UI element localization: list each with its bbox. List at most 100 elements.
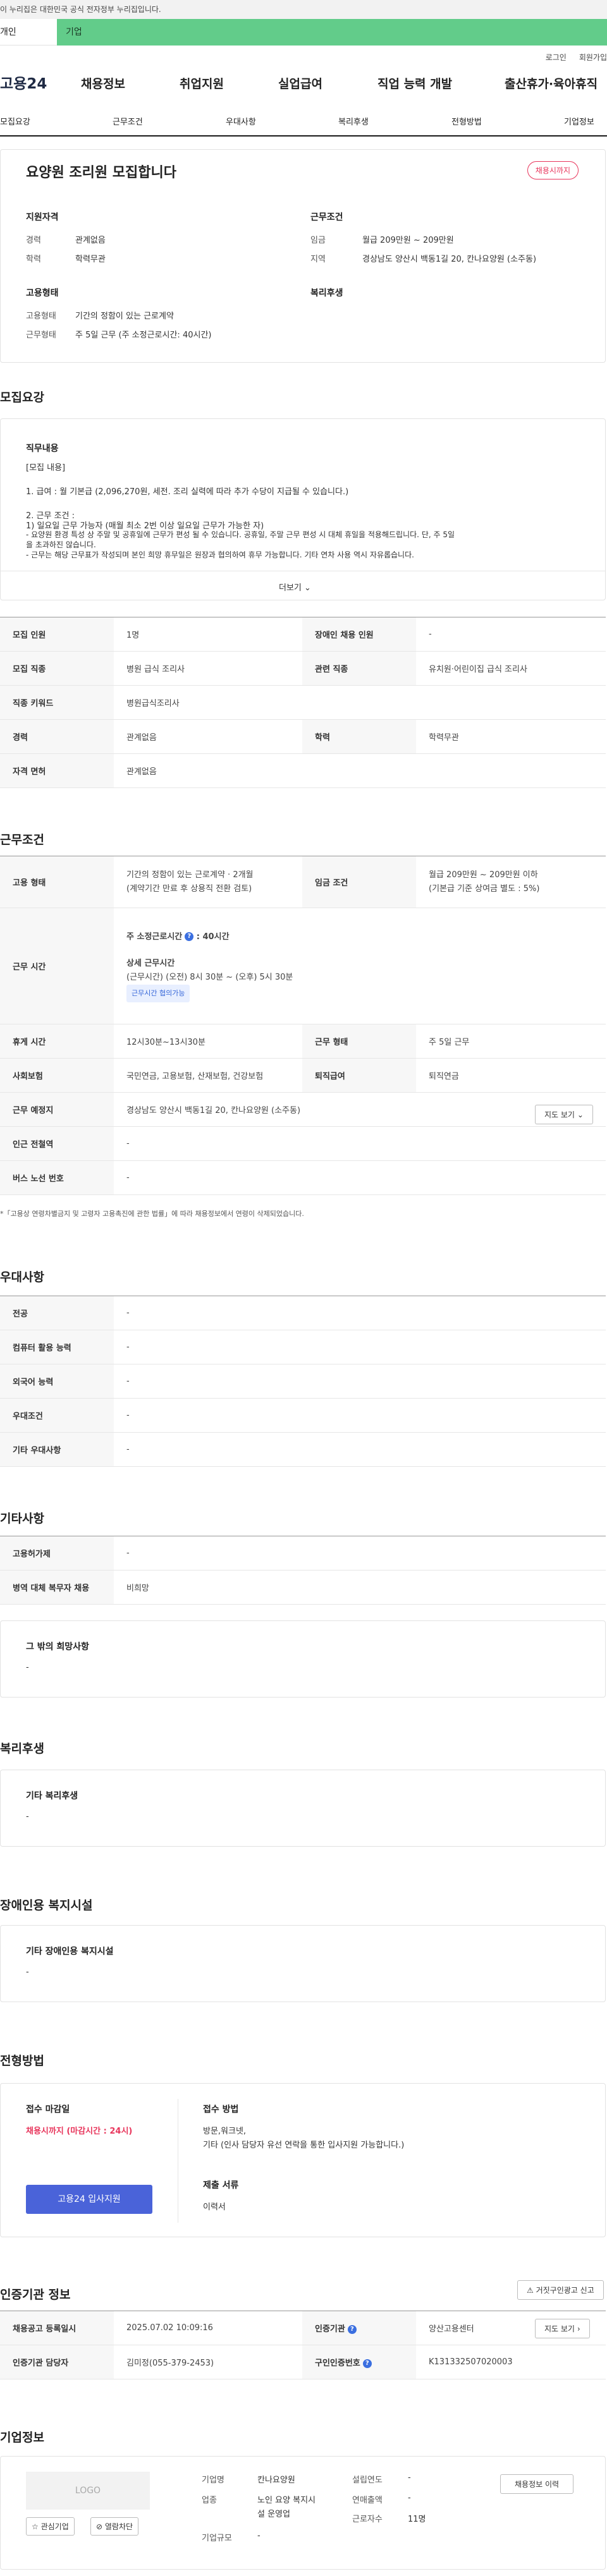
table-row: 경력 관계없음 학력 학력무관 (0, 719, 606, 754)
nav-item-jobs[interactable]: 채용정보 (81, 75, 125, 92)
company-name-label: 기업명 (202, 2476, 224, 2485)
row-value: - (416, 617, 606, 652)
gov-notice-text: 이 누리집은 대한민국 공식 전자정부 누리집입니다. (0, 5, 161, 14)
row-key: 기타 우대사항 (0, 1432, 114, 1467)
table-row: 근무 시간 주 소정근로시간? : 40시간 상세 근무시간 (근무시간) (오… (0, 908, 606, 1024)
anchor-recruit[interactable]: 모집요강 (0, 115, 30, 127)
table-row: 우대조건 - (0, 1398, 606, 1433)
row-key: 근무 형태 (302, 1024, 416, 1059)
tab-personal[interactable]: 개인 (0, 19, 57, 46)
cert-map-label: 지도 보기 (544, 2324, 575, 2333)
selection-section-title: 전형방법 (0, 2054, 44, 2068)
row-key: 자격 면허 (0, 753, 114, 788)
welfare-heading: 복리후생 (310, 288, 343, 298)
anchor-conditions[interactable]: 근무조건 (113, 115, 143, 127)
other-wishes-heading: 그 밖의 희망사항 (26, 1642, 89, 1652)
cert-section-title: 인증기관 정보 (0, 2288, 71, 2302)
deadline-value: 채용시까지 (마감시간 : 24시) (26, 2127, 133, 2136)
education-label: 학력 (26, 255, 41, 264)
nav-item-parental-leave[interactable]: 출산휴가·육아휴직 (505, 75, 598, 92)
row-key: 고용 형태 (0, 856, 114, 908)
info-icon[interactable]: ? (185, 932, 194, 941)
region-label: 지역 (310, 255, 326, 264)
table-row: 병역 대체 복무자 채용 비희망 (0, 1570, 606, 1605)
info-icon[interactable]: ? (347, 2324, 357, 2334)
row-value: 주 소정근로시간? : 40시간 상세 근무시간 (근무시간) (오전) 8시 … (114, 908, 606, 1024)
row-key: 임금 조건 (302, 856, 416, 908)
table-row: 직종 키워드 병원급식조리사 (0, 685, 606, 720)
job-title: 요양원 조리원 모집합니다 (26, 165, 176, 181)
documents-heading: 제출 서류 (203, 2180, 239, 2190)
apply-method-value: 방문,워크넷, (203, 2127, 247, 2136)
anchor-company[interactable]: 기업정보 (564, 115, 594, 127)
row-key: 모집 인원 (0, 617, 114, 652)
welfare-section-title: 복리후생 (0, 1742, 44, 1756)
founded-label: 설립연도 (352, 2476, 383, 2485)
documents-value: 이력서 (203, 2202, 226, 2212)
anchor-welfare[interactable]: 복리후생 (338, 115, 369, 127)
table-row: 근무 예정지 경상남도 양산시 백동1길 20, 칸나요양원 (소주동) (0, 1092, 606, 1127)
duty-line: - 근무는 해당 근무표가 작성되며 본인 희망 휴무일은 원장과 협의하여 휴… (26, 550, 414, 559)
founded-value: - (408, 2473, 411, 2482)
apply-button[interactable]: 고용24 입사지원 (26, 2185, 152, 2214)
nav-item-training[interactable]: 직업 능력 개발 (377, 75, 452, 92)
career-value: 관계없음 (75, 236, 106, 245)
row-value: - (114, 1364, 606, 1399)
table-row: 자격 면허 관계없음 (0, 753, 606, 788)
map-view-button[interactable]: 지도 보기 ⌄ (535, 1105, 593, 1124)
row-key: 모집 직종 (0, 651, 114, 686)
deadline-badge: 채용시까지 (527, 161, 579, 179)
row-value: 기간의 정함이 있는 근로계약 · 2개월 (계약기간 만료 후 상용직 전환 … (114, 856, 302, 908)
conditions-table: 고용 형태 기간의 정함이 있는 근로계약 · 2개월 (계약기간 만료 후 상… (0, 856, 606, 1195)
industry-value: 노인 요양 복지시 (257, 2496, 316, 2505)
row-value: - (114, 1160, 606, 1195)
gov-notice-bar: 이 누리집은 대한민국 공식 전자정부 누리집입니다. (0, 0, 607, 19)
detail-hours-heading: 상세 근무시간 (126, 958, 175, 968)
qualification-heading: 지원자격 (26, 212, 59, 222)
row-value: 2025.07.02 10:09:16 (114, 2311, 302, 2345)
tab-company[interactable]: 기업 (57, 19, 607, 46)
favorite-company-button[interactable]: ☆ 관심기업 (26, 2517, 75, 2536)
site-logo[interactable]: 고용24 (0, 71, 79, 93)
other-wishes-value: - (26, 1663, 29, 1672)
nav-item-employment-support[interactable]: 취업지원 (180, 75, 224, 92)
row-value: 김미정(055-379-2453) (114, 2345, 302, 2379)
company-card: LOGO ☆ 관심기업 ⊘ 열람차단 기업명 칸나요양원 업종 노인 요양 복지… (0, 2456, 606, 2570)
apply-method-heading: 접수 방법 (203, 2105, 239, 2115)
conditions-heading: 근무조건 (310, 212, 343, 222)
weekly-hours-value: 40시간 (202, 932, 230, 942)
table-row: 고용허가제 - (0, 1536, 606, 1571)
cert-table: 채용공고 등록일시 2025.07.02 10:09:16 인증기관? 양산고용… (0, 2311, 606, 2379)
join-link[interactable]: 회원가입 (579, 52, 607, 63)
table-row: 인근 전철역 - (0, 1126, 606, 1161)
employee-count-value: 11명 (408, 2515, 426, 2524)
hiring-history-button[interactable]: 채용정보 이력 (500, 2474, 574, 2494)
chevron-right-icon: › (577, 2324, 580, 2333)
row-value: 관계없음 (114, 753, 606, 788)
deadline-heading: 접수 마감일 (26, 2105, 70, 2115)
anchor-selection[interactable]: 전형방법 (451, 115, 482, 127)
more-button[interactable]: 더보기 ⌄ (279, 581, 311, 593)
anchor-prefer[interactable]: 우대사항 (226, 115, 256, 127)
row-key: 전공 (0, 1296, 114, 1330)
row-key: 고용허가제 (0, 1536, 114, 1571)
employment-type-heading: 고용형태 (26, 288, 59, 298)
table-row: 고용 형태 기간의 정함이 있는 근로계약 · 2개월 (계약기간 만료 후 상… (0, 856, 606, 908)
table-row: 외국어 능력 - (0, 1364, 606, 1399)
table-row: 버스 노선 번호 - (0, 1160, 606, 1195)
cert-map-button[interactable]: 지도 보기 › (535, 2319, 590, 2338)
row-value: K131332507020003 (416, 2345, 606, 2379)
table-row: 기타 우대사항 - (0, 1432, 606, 1467)
table-row: 인증기관 담당자 김미정(055-379-2453) 구인인증번호? K1313… (0, 2345, 606, 2379)
row-value: 유치원·어린이집 급식 조리사 (416, 651, 606, 686)
block-company-button[interactable]: ⊘ 열람차단 (90, 2517, 139, 2536)
table-row: 모집 직종 병원 급식 조리사 관련 직종 유치원·어린이집 급식 조리사 (0, 651, 606, 686)
row-value: 병원급식조리사 (114, 685, 606, 720)
false-ad-report-button[interactable]: ⚠ 거짓구인광고 신고 (517, 2280, 604, 2300)
info-icon[interactable]: ? (362, 2359, 372, 2368)
row-key: 인증기관? (302, 2311, 416, 2345)
industry-label: 업종 (202, 2496, 217, 2505)
nav-item-unemployment-benefit[interactable]: 실업급여 (278, 75, 322, 92)
row-value: 12시30분~13시30분 (114, 1024, 302, 1059)
login-link[interactable]: 로그인 (546, 52, 567, 63)
